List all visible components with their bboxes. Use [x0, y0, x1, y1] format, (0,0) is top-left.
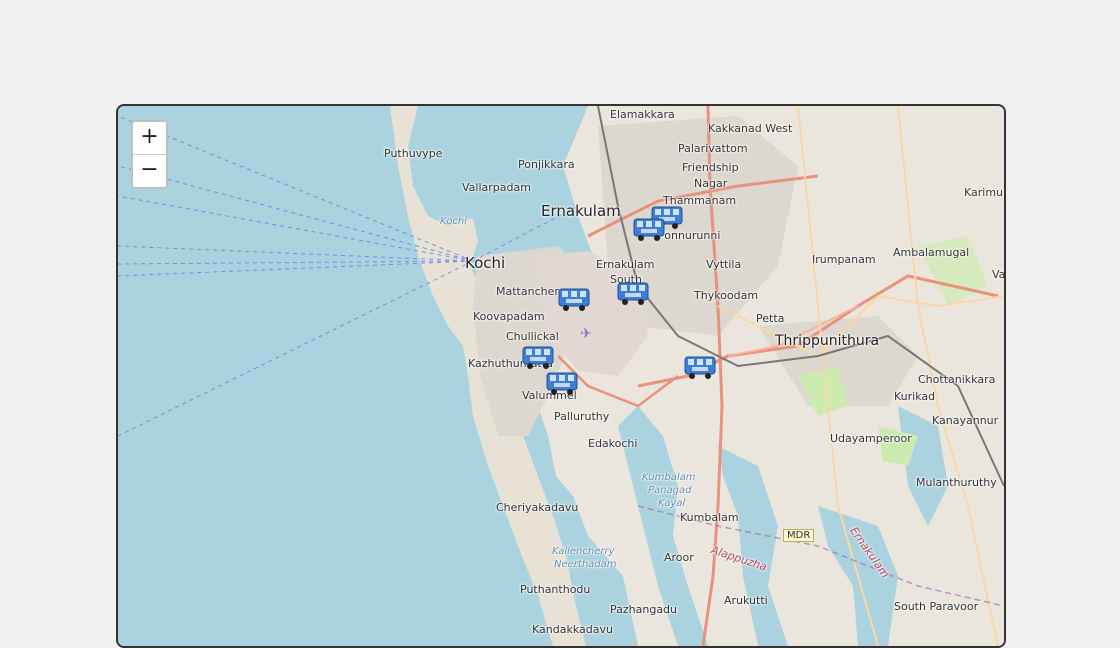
place-label: Irumpanam [812, 253, 876, 266]
place-label: Pazhangadu [610, 603, 678, 616]
place-label: Kayal [658, 498, 686, 509]
zoom-out-button[interactable]: − [133, 154, 166, 187]
place-label: Nagar [694, 177, 728, 190]
place-label: Neerthadam [554, 559, 617, 570]
place-label: Mulanthuruthy [916, 476, 997, 489]
place-label: Elamakkara [610, 108, 675, 121]
place-label: Ponjikkara [518, 158, 575, 171]
place-label: Thykoodam [694, 289, 759, 302]
place-label: Edakochi [588, 437, 638, 450]
place-label: Chottanikkara [918, 373, 996, 386]
place-label: Vallarpadam [462, 181, 531, 194]
place-label: Vyttila [706, 258, 742, 271]
place-label: Kumbalam [642, 472, 696, 483]
place-label: Kochi [440, 216, 467, 227]
place-label: Va [992, 268, 1006, 281]
bus-marker-icon[interactable] [684, 356, 716, 380]
place-label: Palarivattom [678, 142, 748, 155]
place-label: Kumbalam [680, 511, 739, 524]
place-label: Ernakulam [596, 258, 655, 271]
bus-marker-icon[interactable] [633, 218, 665, 242]
place-label: Palluruthy [554, 410, 610, 423]
place-label: Petta [756, 312, 785, 325]
place-label: Puthanthodu [520, 583, 591, 596]
place-label: Chullickal [506, 330, 559, 343]
place-label: Ponnurunni [658, 229, 721, 242]
svg-text:✈: ✈ [580, 326, 592, 342]
place-label: Karimu [964, 186, 1004, 199]
place-label: Arukutti [724, 594, 768, 607]
place-label: Koovapadam [473, 310, 545, 323]
bus-marker-icon[interactable] [546, 372, 578, 396]
bus-marker-icon[interactable] [522, 346, 554, 370]
place-label: Kallencherry [552, 546, 615, 557]
place-label: Ernakulam [541, 202, 621, 220]
place-label: Kakkanad West [708, 122, 793, 135]
place-label: Friendship [682, 161, 739, 174]
place-label: Kanayannur [932, 414, 999, 427]
place-label: Udayamperoor [830, 432, 912, 445]
place-label: South Paravoor [894, 600, 979, 613]
zoom-control: + − [131, 120, 168, 189]
place-label: Kochi [465, 254, 506, 272]
map-container[interactable]: ✈ + − Elamakkara Kakkanad West Puthuvype… [116, 104, 1006, 648]
bus-marker-icon[interactable] [558, 288, 590, 312]
place-label: Aroor [664, 551, 694, 564]
road-shield: MDR [783, 529, 815, 542]
bus-marker-icon[interactable] [617, 282, 649, 306]
place-label: Thrippunithura [775, 333, 880, 349]
place-label: Ambalamugal [893, 246, 970, 259]
zoom-in-button[interactable]: + [133, 122, 166, 154]
place-label: Kurikad [894, 390, 936, 403]
place-label: Puthuvype [384, 147, 443, 160]
place-label: Panagad [648, 485, 692, 496]
place-label: Cheriyakadavu [496, 501, 579, 514]
